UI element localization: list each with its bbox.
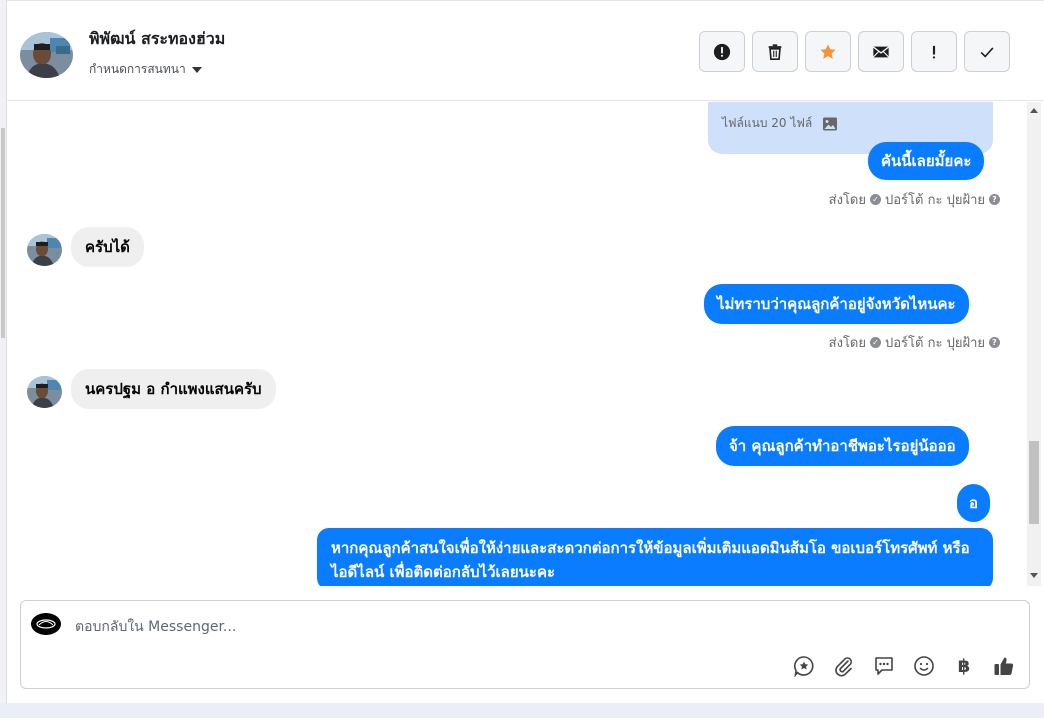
message-outgoing[interactable]: หากคุณลูกค้าสนใจเพื่อให้ง่ายและสะดวกต่อก… — [317, 528, 993, 586]
help-icon[interactable]: ? — [989, 337, 1000, 348]
scroll-thumb[interactable] — [1029, 441, 1039, 524]
conversation-header: พิพัฒน์ สระทองฮ่วม กำหนดการสนทนา — [7, 1, 1044, 101]
contact-avatar-small — [27, 376, 62, 408]
saved-reply-button[interactable] — [791, 653, 817, 679]
scroll-up-arrow-icon[interactable] — [1030, 108, 1038, 113]
mark-unread-button[interactable] — [858, 31, 904, 72]
delete-button[interactable] — [752, 31, 798, 72]
star-button[interactable] — [805, 31, 851, 72]
contact-avatar-small — [27, 234, 62, 266]
paperclip-icon — [835, 657, 852, 677]
page-logo-avatar — [31, 613, 61, 635]
sent-by-label: ส่งโดย ✓ ปอร์โต้ กะ ปุยฝ้าย ? — [829, 332, 1000, 353]
emoji-icon — [914, 656, 934, 676]
thread-scrollbar[interactable] — [1027, 102, 1041, 586]
trash-icon — [768, 43, 782, 60]
attachment-summary: ไฟล์แนบ 20 ไฟล์ — [722, 114, 838, 133]
inbox-conversation-panel: พิพัฒน์ สระทองฮ่วม กำหนดการสนทนา ไฟล์แนบ… — [7, 0, 1044, 703]
caret-down-icon — [191, 66, 202, 73]
quick-reply-icon — [875, 657, 893, 675]
window-bottom-strip — [0, 703, 1044, 718]
sent-by-prefix: ส่งโดย — [828, 336, 866, 351]
verified-icon: ✓ — [870, 337, 881, 348]
message-outgoing[interactable]: คันนี้เลยมั้ยคะ — [868, 142, 985, 180]
follow-up-button[interactable] — [911, 31, 957, 72]
message-outgoing[interactable]: จ้า คุณลูกค้าทำอาชีพอะไรอยู่น้อออ — [716, 426, 969, 466]
message-incoming[interactable]: นครปฐม อ กำแพงแสนครับ — [71, 369, 276, 409]
image-icon — [823, 117, 838, 130]
thumbs-up-icon — [994, 657, 1014, 675]
sent-by-label: ส่งโดย ✓ ปอร์โต้ กะ ปุยฝ้าย ? — [829, 189, 1000, 210]
sent-by-agent: ปอร์โต้ กะ ปุยฝ้าย — [885, 336, 985, 351]
exclamation-icon — [932, 45, 936, 58]
payment-button[interactable]: ฿ — [951, 653, 977, 679]
reply-input[interactable] — [75, 617, 775, 637]
attachment-count-label: ไฟล์แนบ 20 ไฟล์ — [722, 116, 813, 130]
attach-file-button[interactable] — [831, 653, 857, 679]
message-thread[interactable]: ไฟล์แนบ 20 ไฟล์ คันนี้เลยมั้ยคะ ส่งโดย ✓… — [7, 102, 1044, 586]
quick-reply-button[interactable] — [871, 653, 897, 679]
like-button[interactable] — [991, 653, 1017, 679]
sent-by-agent: ปอร์โต้ กะ ปุยฝ้าย — [885, 193, 985, 208]
check-icon — [980, 46, 994, 58]
saved-reply-icon — [793, 656, 814, 677]
reply-composer: ฿ — [20, 600, 1030, 689]
scroll-down-arrow-icon[interactable] — [1030, 573, 1038, 578]
contact-avatar[interactable] — [20, 32, 73, 78]
assign-label: กำหนดการสนทนา — [89, 62, 186, 76]
message-incoming[interactable]: ครับได้ — [71, 227, 144, 267]
mark-done-button[interactable] — [964, 31, 1010, 72]
composer-toolbar: ฿ — [791, 653, 1017, 679]
mark-spam-button[interactable] — [699, 31, 745, 72]
header-action-bar — [699, 31, 1010, 72]
message-outgoing[interactable]: อ — [957, 484, 991, 522]
left-scroll-edge — [0, 0, 7, 718]
emoji-button[interactable] — [911, 653, 937, 679]
envelope-icon — [872, 46, 890, 57]
star-icon — [820, 43, 836, 59]
left-scroll-thumb[interactable] — [1, 128, 5, 338]
sent-by-prefix: ส่งโดย — [828, 193, 866, 208]
verified-icon: ✓ — [870, 194, 881, 205]
message-outgoing[interactable]: ไม่ทราบว่าคุณลูกค้าอยู่จังหวัดไหนคะ — [704, 284, 969, 324]
help-icon[interactable]: ? — [989, 194, 1000, 205]
contact-name[interactable]: พิพัฒน์ สระทองฮ่วม — [89, 27, 225, 52]
alert-circle-icon — [713, 43, 731, 60]
baht-icon: ฿ — [957, 655, 971, 677]
assign-conversation-dropdown[interactable]: กำหนดการสนทนา — [89, 60, 202, 79]
